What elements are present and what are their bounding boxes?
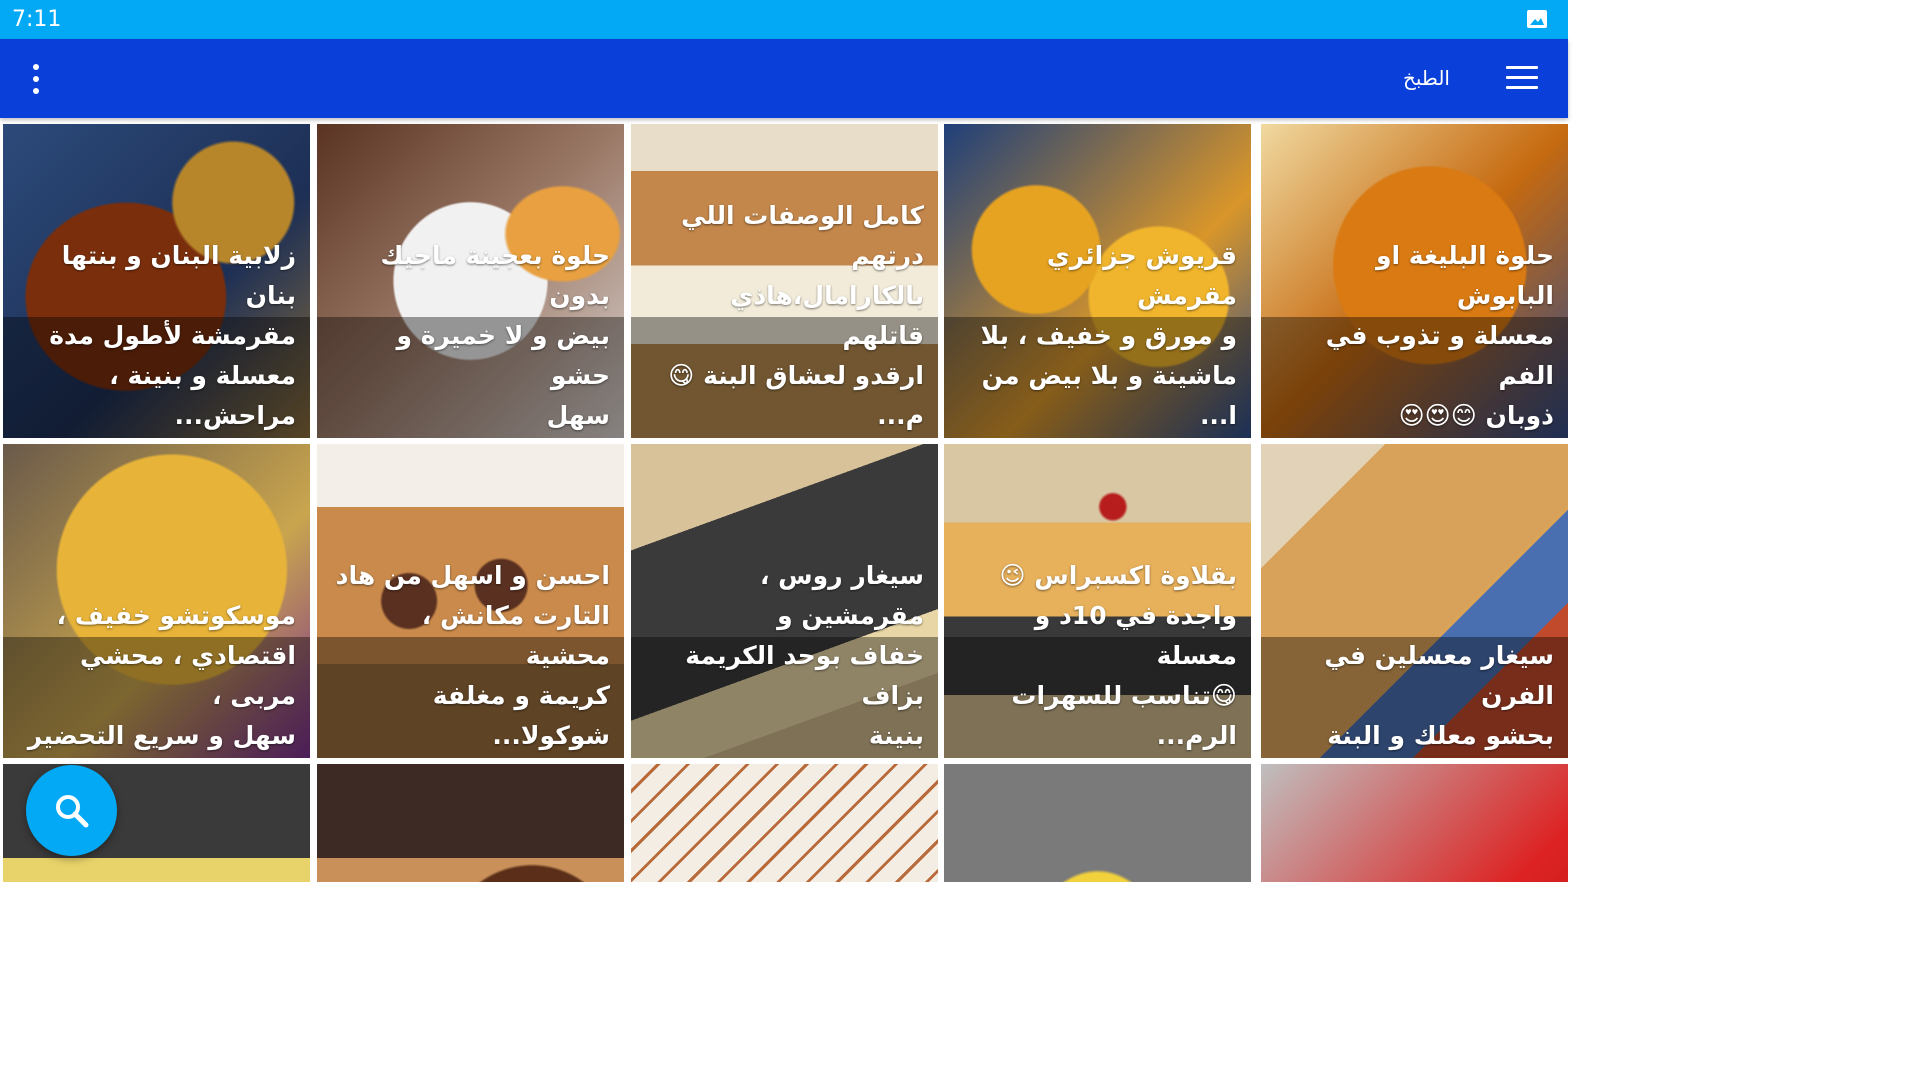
recipe-title: حلوة بعجينة ماجيك بدون بيض و لا خميرة و …	[380, 241, 610, 430]
recipe-caption: زلابية البنان و بنتها بنان مقرمشة لأطول …	[3, 241, 310, 438]
status-time: 7:11	[12, 7, 62, 32]
recipe-thumbnail	[944, 764, 1251, 882]
recipe-card[interactable]: بقلاوة اكسبراس 😉 واجدة في 10د و معسلة 😋ت…	[944, 444, 1251, 758]
recipe-card[interactable]	[944, 764, 1251, 882]
hamburger-menu-icon[interactable]	[1506, 65, 1538, 91]
recipe-card[interactable]: موسكوتشو خفيف ، اقتصادي ، محشي مربى ، سه…	[3, 444, 310, 758]
recipe-card[interactable]	[317, 764, 624, 882]
recipe-title: زلابية البنان و بنتها بنان مقرمشة لأطول …	[49, 241, 296, 430]
status-bar: 7:11	[0, 0, 1568, 39]
recipe-title: حلوة البليغة او البابوش معسلة و تذوب في …	[1325, 241, 1554, 430]
recipe-caption: كامل الوصفات اللي درتهم بالكارامال،هاذي …	[631, 201, 938, 438]
image-notification-icon	[1526, 9, 1548, 29]
recipe-card[interactable]: سيغار معسلين في الفرن بحشو معلك و البنة	[1261, 444, 1568, 758]
recipe-thumbnail	[1261, 764, 1568, 882]
recipe-title: سيغار معسلين في الفرن بحشو معلك و البنة	[1324, 641, 1554, 750]
recipe-title: احسن و اسهل من هاد التارت مكانش ، محشية …	[335, 561, 610, 750]
app-bar: الطبخ	[0, 39, 1568, 118]
recipe-card[interactable]: حلوة البليغة او البابوش معسلة و تذوب في …	[1261, 124, 1568, 438]
recipe-title: بقلاوة اكسبراس 😉 واجدة في 10د و معسلة 😋ت…	[999, 561, 1238, 750]
recipe-card[interactable]: حلوة بعجينة ماجيك بدون بيض و لا خميرة و …	[317, 124, 624, 438]
recipe-title: قريوش جزائري مقرمش و مورق و خفيف ، بلا م…	[980, 241, 1237, 430]
recipe-card[interactable]: كامل الوصفات اللي درتهم بالكارامال،هاذي …	[631, 124, 938, 438]
recipe-thumbnail	[631, 764, 938, 882]
search-fab[interactable]	[26, 765, 117, 856]
more-vert-icon[interactable]	[20, 61, 52, 97]
search-icon	[56, 795, 89, 828]
recipe-thumbnail	[317, 764, 624, 882]
recipe-grid: زلابية البنان و بنتها بنان مقرمشة لأطول …	[0, 118, 1568, 882]
recipe-card[interactable]: زلابية البنان و بنتها بنان مقرمشة لأطول …	[3, 124, 310, 438]
app-title: الطبخ	[1402, 66, 1450, 90]
recipe-caption: سيغار روس ، مقرمشين و خفاف بوحد الكريمة …	[631, 561, 938, 758]
recipe-caption: سيغار معسلين في الفرن بحشو معلك و البنة	[1261, 637, 1568, 758]
recipe-caption: احسن و اسهل من هاد التارت مكانش ، محشية …	[317, 561, 624, 758]
recipe-title: سيغار روس ، مقرمشين و خفاف بوحد الكريمة …	[685, 561, 924, 750]
recipe-caption: موسكوتشو خفيف ، اقتصادي ، محشي مربى ، سه…	[3, 601, 310, 758]
recipe-caption: حلوة البليغة او البابوش معسلة و تذوب في …	[1261, 241, 1568, 438]
recipe-card[interactable]: قريوش جزائري مقرمش و مورق و خفيف ، بلا م…	[944, 124, 1251, 438]
recipe-title: موسكوتشو خفيف ، اقتصادي ، محشي مربى ، سه…	[27, 601, 296, 750]
recipe-caption: حلوة بعجينة ماجيك بدون بيض و لا خميرة و …	[317, 241, 624, 438]
recipe-title: كامل الوصفات اللي درتهم بالكارامال،هاذي …	[668, 201, 924, 430]
recipe-card[interactable]	[631, 764, 938, 882]
recipe-caption: قريوش جزائري مقرمش و مورق و خفيف ، بلا م…	[944, 241, 1251, 438]
recipe-card[interactable]	[1261, 764, 1568, 882]
recipe-card[interactable]: سيغار روس ، مقرمشين و خفاف بوحد الكريمة …	[631, 444, 938, 758]
recipe-card[interactable]: احسن و اسهل من هاد التارت مكانش ، محشية …	[317, 444, 624, 758]
recipe-caption: بقلاوة اكسبراس 😉 واجدة في 10د و معسلة 😋ت…	[944, 561, 1251, 758]
